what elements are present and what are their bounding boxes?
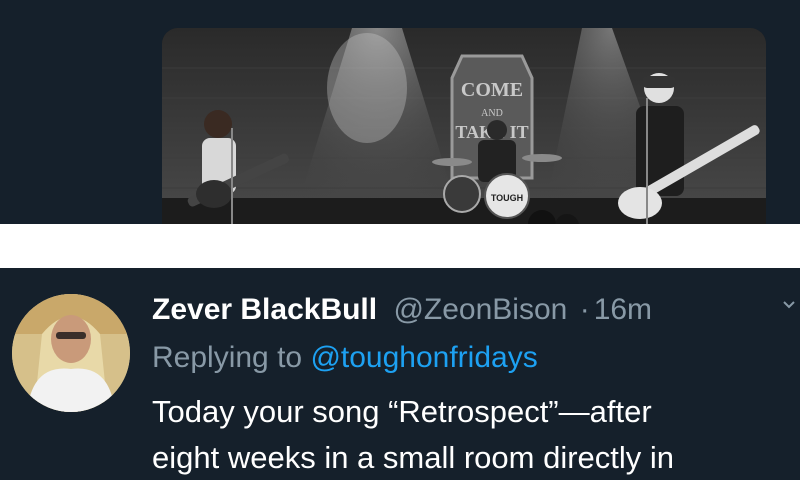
timeline-divider	[0, 224, 800, 268]
tweet-media-photo[interactable]: COME AND TAKE IT TOUGH	[162, 28, 766, 224]
avatar[interactable]	[12, 294, 130, 412]
header-separator: ·	[579, 293, 590, 326]
replying-to-label: Replying to	[152, 341, 303, 374]
user-handle[interactable]: @ZeonBison	[393, 293, 567, 326]
tweet-header: Zever BlackBull @ZeonBison · 16m	[152, 290, 652, 330]
band-photo: COME AND TAKE IT TOUGH	[162, 28, 766, 224]
avatar-photo	[12, 294, 130, 412]
display-name[interactable]: Zever BlackBull	[152, 293, 377, 326]
drummer-figure	[487, 120, 507, 140]
tweet-text: Today your song “Retrospect”—after	[152, 394, 652, 429]
sign-text-come: COME	[461, 79, 523, 101]
tweet-menu-button[interactable]	[778, 294, 800, 316]
drum-head-text: TOUGH	[491, 193, 523, 203]
tweet-text-continued: eight weeks in a small room directly in	[152, 440, 675, 475]
previous-tweet-area: COME AND TAKE IT TOUGH	[0, 0, 800, 224]
tweet-timestamp[interactable]: 16m	[594, 293, 652, 326]
left-guitarist	[204, 110, 232, 138]
drum-kit	[443, 175, 481, 213]
reply-tweet[interactable]: Zever BlackBull @ZeonBison · 16m Replying…	[0, 268, 800, 475]
replying-to-mention[interactable]: @toughonfridays	[310, 341, 537, 374]
chevron-down-icon	[783, 301, 795, 309]
replying-to-line: Replying to @toughonfridays	[152, 338, 538, 378]
sign-text-and: AND	[481, 108, 503, 119]
